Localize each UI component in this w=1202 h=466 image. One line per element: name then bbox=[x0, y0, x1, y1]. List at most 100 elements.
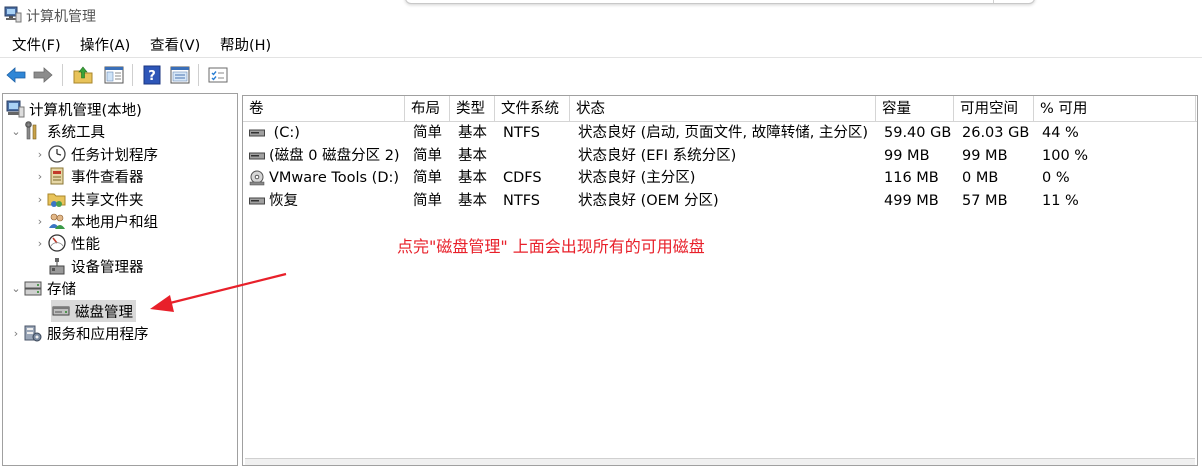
capacity-cell: 99 MB bbox=[884, 148, 930, 164]
table-row[interactable]: (磁盘 0 磁盘分区 2) 简单 基本 状态良好 (EFI 系统分区) 99 M… bbox=[243, 145, 1197, 167]
free-space-cell: 57 MB bbox=[962, 193, 1008, 209]
column-header-volume[interactable]: 卷 bbox=[243, 96, 405, 122]
volume-cell: VMware Tools (D:) bbox=[243, 167, 399, 189]
tree-item-device-manager[interactable]: 设备管理器 bbox=[47, 255, 144, 277]
show-hide-tree-icon[interactable] bbox=[103, 64, 125, 86]
status-cell: 状态良好 (启动, 页面文件, 故障转储, 主分区) bbox=[578, 125, 869, 141]
status-cell: 状态良好 (EFI 系统分区) bbox=[578, 148, 737, 164]
column-header-filesystem[interactable]: 文件系统 bbox=[495, 96, 570, 122]
toolbar-separator bbox=[132, 64, 133, 86]
chevron-right-icon[interactable]: › bbox=[33, 215, 47, 228]
tree-item-task-scheduler[interactable]: › 任务计划程序 bbox=[33, 143, 158, 165]
horizontal-scrollbar[interactable] bbox=[245, 458, 1195, 465]
volume-cell: (磁盘 0 磁盘分区 2) bbox=[243, 145, 400, 167]
tree-item-label: 磁盘管理 bbox=[75, 304, 133, 321]
status-cell: 状态良好 (主分区) bbox=[578, 170, 696, 186]
percent-free-cell: 44 % bbox=[1042, 125, 1079, 141]
table-row[interactable]: VMware Tools (D:) 简单 基本 CDFS 状态良好 (主分区) … bbox=[243, 167, 1197, 189]
type-cell: 基本 bbox=[458, 193, 487, 209]
event-viewer-icon bbox=[50, 167, 64, 185]
menu-view[interactable]: 查看(V) bbox=[150, 34, 200, 55]
volume-list: 卷 布局 类型 文件系统 状态 容量 可用空间 % 可用 (C:) 简单 基本 … bbox=[242, 95, 1198, 466]
services-icon bbox=[24, 325, 42, 342]
filesystem-cell: NTFS bbox=[503, 125, 540, 141]
column-header-type[interactable]: 类型 bbox=[450, 96, 495, 122]
percent-free-cell: 100 % bbox=[1042, 148, 1089, 164]
chevron-down-icon[interactable]: ⌄ bbox=[9, 125, 23, 138]
drive-icon bbox=[249, 152, 265, 160]
clock-icon bbox=[48, 145, 66, 163]
volume-cell: 恢复 bbox=[243, 190, 298, 212]
free-space-cell: 99 MB bbox=[962, 148, 1008, 164]
percent-free-cell: 11 % bbox=[1042, 193, 1079, 209]
layout-cell: 简单 bbox=[413, 170, 442, 186]
status-cell: 状态良好 (OEM 分区) bbox=[578, 193, 719, 209]
tree-item-storage[interactable]: ⌄ 存储 bbox=[9, 277, 76, 299]
filesystem-cell: NTFS bbox=[503, 193, 540, 209]
chevron-right-icon[interactable]: › bbox=[33, 170, 47, 183]
tree-item-services[interactable]: › 服务和应用程序 bbox=[9, 322, 149, 344]
tree-item-shared-folders[interactable]: › 共享文件夹 bbox=[33, 188, 144, 210]
table-row[interactable]: 恢复 简单 基本 NTFS 状态良好 (OEM 分区) 499 MB 57 MB… bbox=[243, 190, 1197, 212]
menu-bar: 文件(F) 操作(A) 查看(V) 帮助(H) bbox=[0, 30, 1202, 56]
drive-icon bbox=[249, 129, 265, 137]
tree-item-label: 性能 bbox=[71, 236, 100, 253]
column-header-status[interactable]: 状态 bbox=[570, 96, 876, 122]
type-cell: 基本 bbox=[458, 170, 487, 186]
layout-cell: 简单 bbox=[413, 148, 442, 164]
navigation-tree: 计算机管理(本地) ⌄ 系统工具 › 任务计划程序 › 事件查看器 › 共享文件… bbox=[2, 93, 238, 466]
toolbar-separator bbox=[62, 64, 63, 86]
chevron-right-icon[interactable]: › bbox=[33, 237, 47, 250]
svg-text:?: ? bbox=[148, 69, 156, 84]
column-header-free-space[interactable]: 可用空间 bbox=[954, 96, 1034, 122]
chevron-right-icon[interactable]: › bbox=[9, 327, 23, 340]
menu-file[interactable]: 文件(F) bbox=[12, 34, 61, 55]
chevron-down-icon[interactable]: ⌄ bbox=[9, 282, 23, 295]
disk-management-icon bbox=[52, 306, 70, 316]
chevron-right-icon[interactable]: › bbox=[33, 148, 47, 161]
checklist-icon[interactable] bbox=[207, 64, 229, 86]
free-space-cell: 0 MB bbox=[962, 170, 999, 186]
shared-folder-icon bbox=[47, 193, 66, 207]
tree-item-label: 服务和应用程序 bbox=[47, 326, 149, 343]
table-row[interactable]: (C:) 简单 基本 NTFS 状态良好 (启动, 页面文件, 故障转储, 主分… bbox=[243, 122, 1197, 144]
tree-item-label: 共享文件夹 bbox=[71, 192, 144, 209]
cd-drive-icon bbox=[249, 170, 265, 186]
menu-help[interactable]: 帮助(H) bbox=[220, 34, 271, 55]
drive-icon bbox=[249, 197, 265, 205]
tree-item-label: 系统工具 bbox=[47, 124, 105, 141]
chevron-right-icon[interactable]: › bbox=[33, 193, 47, 206]
menu-action[interactable]: 操作(A) bbox=[80, 34, 130, 55]
filesystem-cell: CDFS bbox=[503, 170, 542, 186]
volume-name: VMware Tools (D:) bbox=[269, 170, 400, 186]
tree-item-root[interactable]: 计算机管理(本地) bbox=[5, 98, 142, 120]
window-title: 计算机管理 bbox=[26, 9, 96, 25]
column-header-percent-free[interactable]: % 可用 bbox=[1034, 96, 1196, 122]
column-header-capacity[interactable]: 容量 bbox=[876, 96, 954, 122]
forward-arrow-icon[interactable] bbox=[32, 64, 54, 86]
column-header-layout[interactable]: 布局 bbox=[405, 96, 450, 122]
filesystem-cell bbox=[497, 145, 503, 167]
toolbar: ? bbox=[0, 57, 1202, 91]
back-arrow-icon[interactable] bbox=[5, 64, 27, 86]
layout-cell: 简单 bbox=[413, 193, 442, 209]
type-cell: 基本 bbox=[458, 148, 487, 164]
help-icon[interactable]: ? bbox=[141, 64, 163, 86]
capacity-cell: 499 MB bbox=[884, 193, 939, 209]
tree-item-label: 任务计划程序 bbox=[71, 147, 158, 164]
tree-item-label: 存储 bbox=[47, 281, 76, 298]
tree-item-local-users[interactable]: › 本地用户和组 bbox=[33, 210, 158, 232]
device-manager-icon bbox=[49, 258, 65, 275]
tree-item-system-tools[interactable]: ⌄ 系统工具 bbox=[9, 120, 105, 142]
tree-item-event-viewer[interactable]: › 事件查看器 bbox=[33, 165, 144, 187]
list-header: 卷 布局 类型 文件系统 状态 容量 可用空间 % 可用 bbox=[243, 96, 1197, 122]
tools-icon bbox=[25, 121, 37, 140]
tree-item-performance[interactable]: › 性能 bbox=[33, 232, 100, 254]
computer-management-icon bbox=[4, 6, 22, 23]
properties-icon[interactable] bbox=[169, 64, 191, 86]
tree-item-disk-management[interactable]: 磁盘管理 bbox=[51, 300, 136, 322]
volume-name: (C:) bbox=[269, 125, 300, 141]
tree-item-label: 计算机管理(本地) bbox=[29, 102, 142, 119]
capacity-cell: 59.40 GB bbox=[884, 125, 952, 141]
up-folder-icon[interactable] bbox=[72, 64, 94, 86]
